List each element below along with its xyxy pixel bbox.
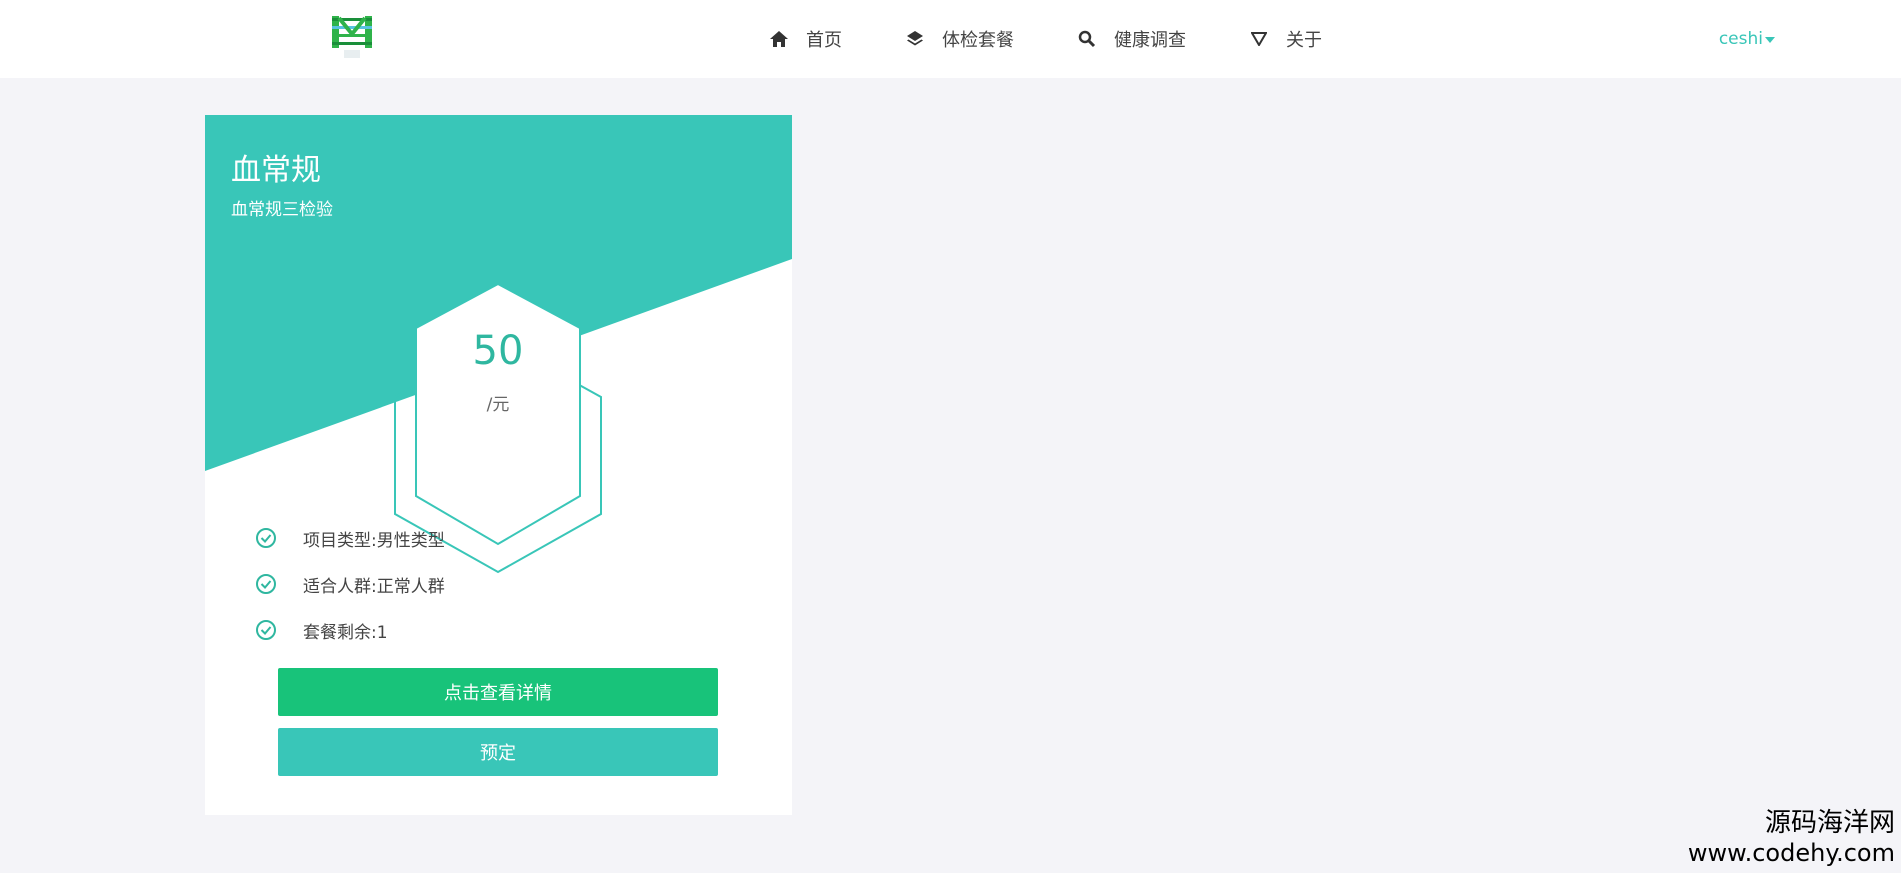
nav-item-label: 健康调查 — [1114, 30, 1186, 51]
main-nav: 首页 体检套餐 健康调查 关于 — [768, 0, 1384, 78]
package-subtitle: 血常规三检验 — [231, 200, 333, 220]
list-item: 适合人群:正常人群 — [255, 561, 445, 607]
username: ceshi — [1718, 29, 1763, 49]
list-item: 项目类型:男性类型 — [255, 515, 445, 561]
feature-list: 项目类型:男性类型 适合人群:正常人群 套餐剩余:1 — [255, 515, 445, 653]
watermark: 源码海洋网 www.codehy.com — [1688, 802, 1895, 867]
feature-text: 套餐剩余:1 — [303, 622, 388, 643]
check-circle-icon — [256, 574, 276, 594]
price-unit: /元 — [486, 395, 510, 415]
feature-text: 项目类型:男性类型 — [303, 530, 445, 551]
nav-item-survey[interactable]: 健康调查 — [1076, 26, 1186, 52]
search-icon — [1076, 28, 1098, 50]
feature-text: 适合人群:正常人群 — [303, 576, 445, 597]
watermark-url: www.codehy.com — [1687, 839, 1895, 867]
nav-item-packages[interactable]: 体检套餐 — [904, 26, 1014, 52]
check-circle-icon — [256, 620, 276, 640]
package-card: 血常规 血常规三检验 50 /元 项目类型:男性类型 适合人群:正常人群 套餐剩… — [205, 115, 792, 815]
view-details-button[interactable]: 点击查看详情 — [278, 668, 718, 716]
nav-item-about[interactable]: 关于 — [1248, 26, 1322, 52]
package-price: 50 — [472, 328, 524, 374]
check-circle-icon — [256, 528, 276, 548]
nav-item-label: 首页 — [806, 30, 842, 51]
list-item: 套餐剩余:1 — [255, 607, 445, 653]
package-title: 血常规 — [231, 153, 321, 188]
user-menu[interactable]: ceshi — [1719, 0, 1775, 78]
watermark-name: 源码海洋网 — [1764, 808, 1895, 838]
nav-item-label: 关于 — [1286, 30, 1322, 51]
book-button[interactable]: 预定 — [278, 728, 718, 776]
layers-icon — [904, 28, 926, 50]
nav-item-label: 体检套餐 — [942, 30, 1014, 51]
caret-down-icon — [1765, 37, 1775, 43]
triangle-down-icon — [1248, 28, 1270, 50]
top-navbar: 首页 体检套餐 健康调查 关于 ceshi — [0, 0, 1901, 78]
nav-item-home[interactable]: 首页 — [768, 26, 842, 52]
home-icon — [768, 28, 790, 50]
site-logo[interactable] — [330, 12, 376, 60]
